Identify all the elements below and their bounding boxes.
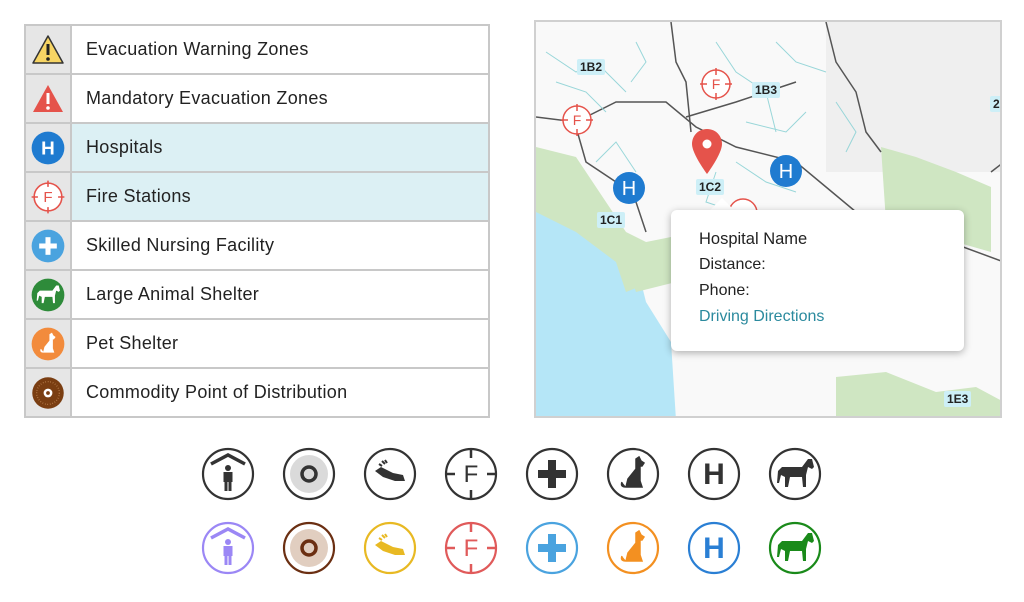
helping-hand-icon	[363, 521, 417, 575]
svg-text:F: F	[43, 189, 52, 206]
zone-label[interactable]: 2	[990, 96, 1000, 112]
legend-item-label: Large Animal Shelter	[86, 284, 260, 304]
zone-label[interactable]: 1C2	[696, 179, 725, 195]
helping-hand-icon	[363, 447, 417, 501]
map-view[interactable]: 1B2 1B3 2 1C2 1C1 1E3 F F H H Hospital N…	[534, 20, 1002, 418]
legend-item-label: Fire Stations	[86, 186, 191, 206]
nursing-cross-icon	[525, 521, 579, 575]
legend-item-hospitals[interactable]: H Hospitals	[26, 124, 488, 173]
svg-text:H: H	[703, 532, 725, 565]
svg-text:F: F	[464, 461, 479, 488]
hospital-marker[interactable]: H	[612, 171, 646, 205]
legend-item-mandatory-evacuation-zones[interactable]: Mandatory Evacuation Zones	[26, 75, 488, 124]
distribution-point-icon	[282, 521, 336, 575]
legend-item-label: Skilled Nursing Facility	[86, 235, 275, 255]
svg-text:H: H	[41, 138, 55, 159]
legend-item-commodity-point-of-distribution[interactable]: Commodity Point of Distribution	[26, 369, 488, 418]
shelter-person-icon	[201, 521, 255, 575]
legend-item-fire-stations[interactable]: F Fire Stations	[26, 173, 488, 222]
legend-item-label: Hospitals	[86, 137, 163, 157]
shelter-person-icon	[201, 447, 255, 501]
legend-item-skilled-nursing-facility[interactable]: Skilled Nursing Facility	[26, 222, 488, 271]
legend-list: Evacuation Warning Zones Mandatory Evacu…	[24, 24, 490, 418]
legend-item-pet-shelter[interactable]: Pet Shelter	[26, 320, 488, 369]
location-pin-icon[interactable]	[690, 128, 724, 176]
fire-station-icon: F	[444, 447, 498, 501]
distribution-point-icon	[282, 447, 336, 501]
driving-directions-link[interactable]: Driving Directions	[699, 308, 824, 325]
nursing-cross-icon	[26, 222, 72, 269]
legend-item-label: Mandatory Evacuation Zones	[86, 88, 328, 108]
hospital-marker[interactable]: H	[769, 154, 803, 188]
nursing-cross-icon	[525, 447, 579, 501]
hospital-icon: H	[687, 447, 741, 501]
svg-text:F: F	[573, 112, 582, 128]
svg-text:H: H	[703, 458, 725, 491]
dog-icon	[26, 320, 72, 367]
legend-item-label: Commodity Point of Distribution	[86, 382, 348, 402]
zone-label[interactable]: 1B3	[752, 82, 781, 98]
popup-title: Hospital Name	[699, 230, 808, 248]
alert-triangle-icon	[26, 75, 72, 122]
distribution-point-icon	[26, 369, 72, 416]
zone-label[interactable]: 1B2	[577, 59, 606, 75]
svg-text:F: F	[712, 76, 721, 92]
fire-station-icon: F	[26, 173, 72, 220]
fire-station-marker[interactable]: F	[700, 68, 732, 100]
popup-phone: Phone:	[699, 282, 750, 299]
hospital-icon: H	[687, 521, 741, 575]
zone-label[interactable]: 1C1	[597, 212, 626, 228]
legend-item-large-animal-shelter[interactable]: Large Animal Shelter	[26, 271, 488, 320]
horse-icon	[768, 521, 822, 575]
dog-icon	[606, 447, 660, 501]
legend-item-label: Evacuation Warning Zones	[86, 39, 309, 59]
svg-text:H: H	[779, 161, 793, 183]
hospital-popup: Hospital Name Distance: Phone: Driving D…	[671, 210, 964, 351]
legend-item-evacuation-warning-zones[interactable]: Evacuation Warning Zones	[26, 26, 488, 75]
horse-icon	[26, 271, 72, 318]
dog-icon	[606, 521, 660, 575]
fire-station-marker[interactable]: F	[561, 104, 593, 136]
svg-text:F: F	[464, 535, 479, 562]
horse-icon	[768, 447, 822, 501]
zone-label[interactable]: 1E3	[944, 391, 972, 407]
popup-distance: Distance:	[699, 256, 766, 273]
warning-triangle-icon	[26, 26, 72, 73]
fire-station-icon: F	[444, 521, 498, 575]
hospital-icon: H	[26, 124, 72, 171]
legend-item-label: Pet Shelter	[86, 333, 179, 353]
svg-text:H: H	[622, 178, 636, 200]
